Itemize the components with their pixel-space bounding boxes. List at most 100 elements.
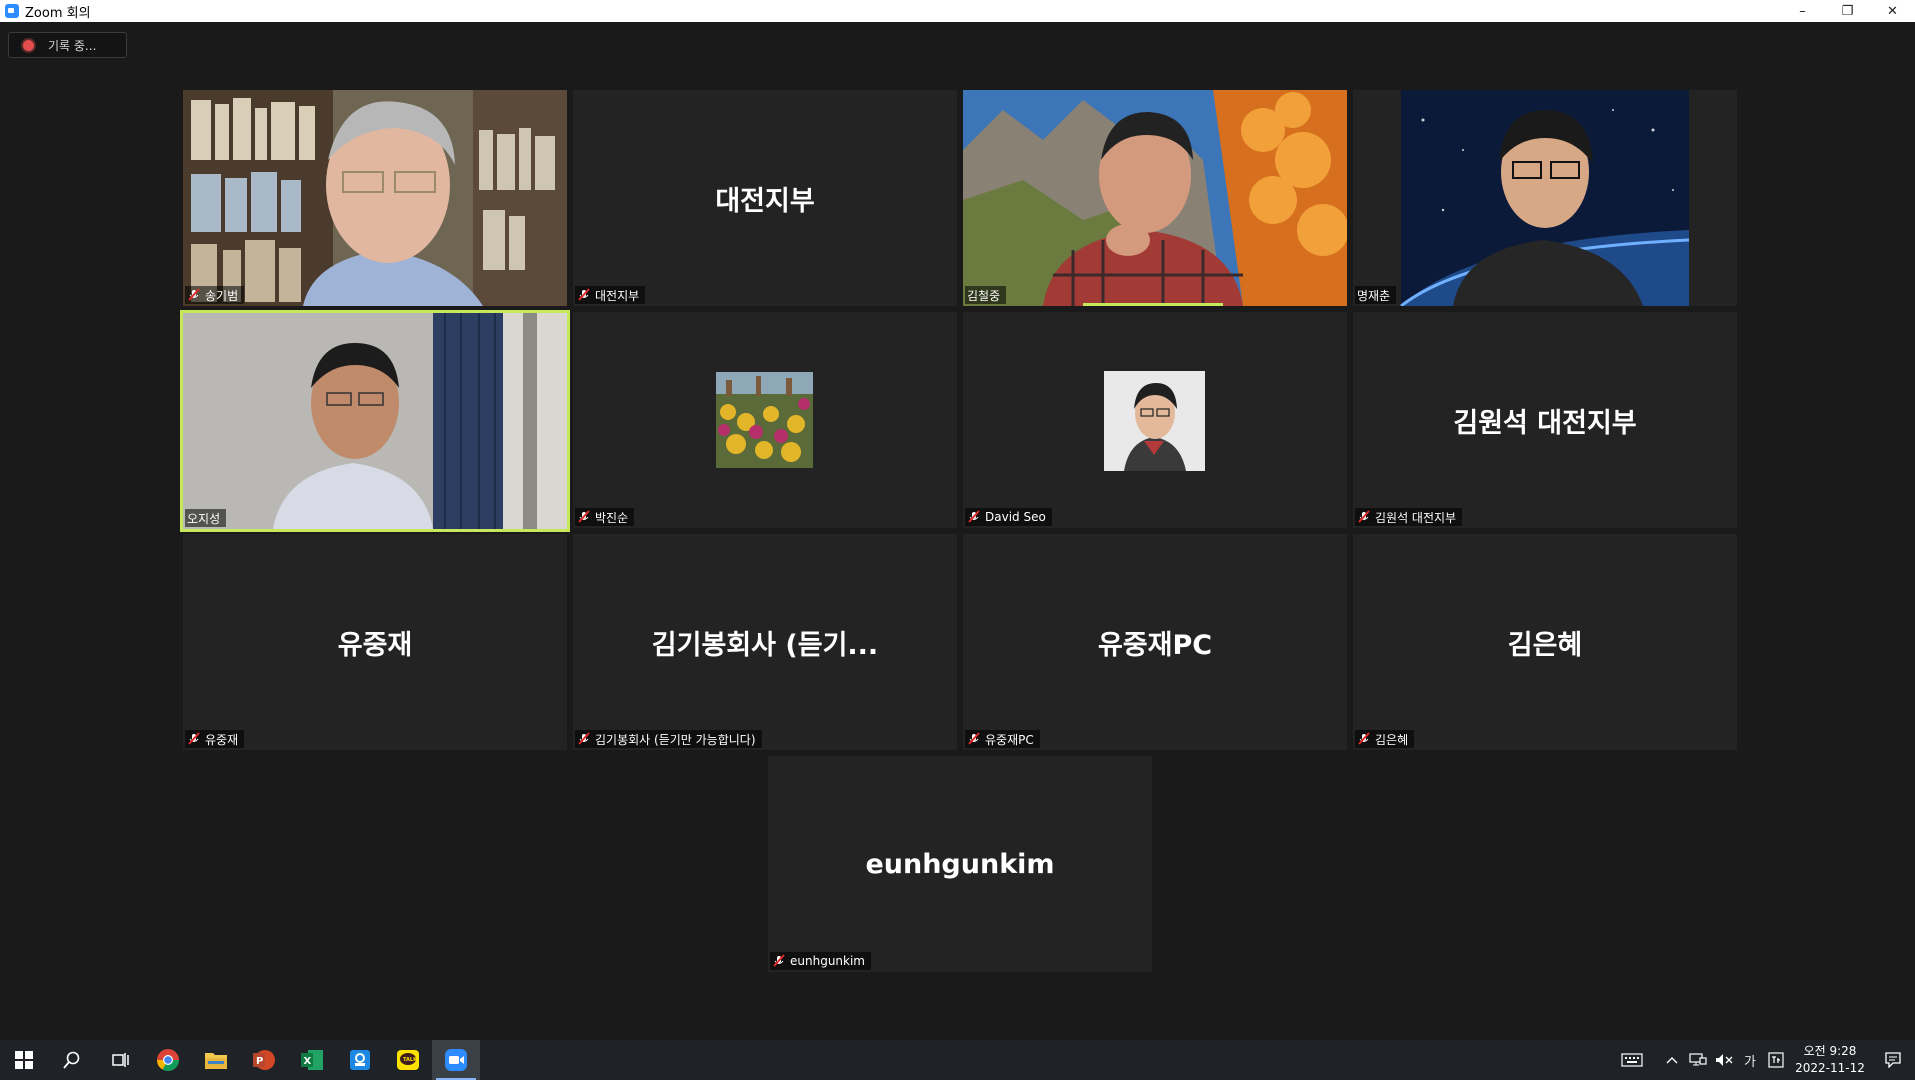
video-tile[interactable]: 김기봉회사 (듣기... 김기봉회사 (듣기만 가능합니다) — [573, 534, 957, 750]
profile-picture — [1104, 371, 1205, 471]
participant-name: 명재춘 — [1357, 288, 1391, 303]
svg-text:TALK: TALK — [403, 1057, 418, 1063]
window-controls: – ❐ ✕ — [1780, 0, 1915, 22]
video-tile[interactable]: 유중재PC 유중재PC — [963, 534, 1347, 750]
participant-name: 김원석 대전지부 — [1375, 510, 1457, 525]
window-titlebar: Zoom 회의 – ❐ ✕ — [0, 0, 1915, 22]
muted-mic-icon — [188, 732, 200, 745]
taskbar-app[interactable] — [336, 1040, 384, 1080]
participant-name-label: 김은혜 — [1355, 730, 1415, 748]
participant-name-label: 대전지부 — [575, 286, 646, 304]
participant-name: 유중재 — [205, 732, 239, 747]
record-dot-icon — [23, 39, 34, 51]
video-tile[interactable]: 송기범 — [183, 90, 567, 306]
participant-name-label: eunhgunkim — [770, 952, 871, 970]
zoom-app-icon — [5, 4, 19, 18]
taskbar-zoom[interactable] — [432, 1040, 480, 1080]
kakaotalk-icon: TALK — [397, 1050, 419, 1070]
video-tile[interactable]: 유중재 유중재 — [183, 534, 567, 750]
ime-mode-icon[interactable] — [1763, 1040, 1789, 1080]
restore-button[interactable]: ❐ — [1825, 0, 1870, 22]
participant-name: 김철중 — [967, 288, 1001, 303]
participant-name-label: 김원석 대전지부 — [1355, 508, 1463, 526]
recording-indicator[interactable]: 기록 중... — [8, 32, 127, 58]
recording-label: 기록 중... — [48, 38, 97, 53]
video-tile[interactable]: 김은혜 김은혜 — [1353, 534, 1737, 750]
participant-video — [1353, 90, 1737, 306]
participant-name-label: 유중재 — [185, 730, 245, 748]
keyboard-icon[interactable] — [1619, 1040, 1645, 1080]
muted-mic-icon — [578, 510, 590, 523]
system-tray: 가 오전 9:28 2022-11-12 — [1619, 1040, 1915, 1080]
minimize-button[interactable]: – — [1780, 0, 1825, 22]
participant-name-label: 김철중 — [965, 286, 1007, 304]
chevron-up-icon[interactable] — [1659, 1040, 1685, 1080]
muted-mic-icon — [1358, 510, 1370, 523]
windows-taskbar: P X TALK 가 오전 9:28 2022-11-12 — [0, 1040, 1915, 1080]
system-clock[interactable]: 오전 9:28 2022-11-12 — [1789, 1043, 1871, 1077]
muted-mic-icon — [968, 732, 980, 745]
video-tile[interactable]: David Seo — [963, 312, 1347, 528]
svg-text:X: X — [304, 1056, 312, 1067]
meeting-gallery-view: 기록 중... 송기범 대전지부 대전지부 김철중 명재춘 오지성 박진순 Da… — [0, 22, 1915, 1040]
video-tile[interactable]: 대전지부 대전지부 — [573, 90, 957, 306]
participant-avatar-name: 김원석 대전지부 — [1453, 407, 1637, 439]
profile-picture — [716, 372, 813, 468]
participant-name-label: 오지성 — [185, 509, 227, 527]
video-tile-active-speaker[interactable]: 오지성 — [180, 310, 570, 532]
participant-name: 유중재PC — [985, 732, 1034, 747]
clock-time: 오전 9:28 — [1803, 1044, 1857, 1058]
powerpoint-icon: P — [253, 1050, 275, 1070]
participant-name: eunhgunkim — [790, 954, 865, 968]
participant-name: 박진순 — [595, 510, 629, 525]
participant-name: 대전지부 — [595, 288, 640, 303]
taskbar-chrome[interactable] — [144, 1040, 192, 1080]
video-tile[interactable]: 김원석 대전지부 김원석 대전지부 — [1353, 312, 1737, 528]
participant-name: 오지성 — [187, 511, 221, 526]
speaking-indicator — [1083, 303, 1223, 306]
participant-video — [183, 90, 567, 306]
app-icon — [350, 1050, 370, 1070]
participant-avatar-name: 유중재PC — [1097, 629, 1213, 661]
svg-text:P: P — [256, 1056, 263, 1067]
participant-name-label: 김기봉회사 (듣기만 가능합니다) — [575, 730, 762, 748]
search-button[interactable] — [48, 1040, 96, 1080]
muted-mic-icon — [578, 732, 590, 745]
ime-indicator[interactable]: 가 — [1737, 1040, 1763, 1080]
muted-mic-icon — [1358, 732, 1370, 745]
notification-icon[interactable] — [1871, 1040, 1915, 1080]
participant-avatar-name: eunhgunkim — [865, 848, 1055, 880]
taskbar-kakaotalk[interactable]: TALK — [384, 1040, 432, 1080]
participant-avatar-name: 대전지부 — [715, 185, 815, 217]
start-button[interactable] — [0, 1040, 48, 1080]
video-tile[interactable]: eunhgunkim eunhgunkim — [768, 756, 1152, 972]
video-tile[interactable]: 김철중 — [963, 90, 1347, 306]
muted-mic-icon — [773, 954, 785, 967]
speaker-muted-icon[interactable] — [1711, 1040, 1737, 1080]
clock-date: 2022-11-12 — [1795, 1061, 1865, 1075]
taskbar-excel[interactable]: X — [288, 1040, 336, 1080]
task-view-button[interactable] — [96, 1040, 144, 1080]
participant-name: 김기봉회사 (듣기만 가능합니다) — [595, 732, 756, 747]
taskbar-powerpoint[interactable]: P — [240, 1040, 288, 1080]
participant-avatar-name: 김은혜 — [1507, 629, 1583, 661]
participant-name-label: 명재춘 — [1355, 286, 1397, 304]
participant-name-label: David Seo — [965, 508, 1052, 526]
task-view-icon — [112, 1053, 129, 1067]
close-button[interactable]: ✕ — [1870, 0, 1915, 22]
participant-name: 김은혜 — [1375, 732, 1409, 747]
video-tile[interactable]: 명재춘 — [1353, 90, 1737, 306]
video-tile[interactable]: 박진순 — [573, 312, 957, 528]
zoom-icon — [445, 1049, 467, 1071]
excel-icon: X — [301, 1050, 323, 1070]
windows-logo-icon — [15, 1051, 33, 1069]
taskbar-file-explorer[interactable] — [192, 1040, 240, 1080]
chrome-icon — [157, 1049, 179, 1071]
network-icon[interactable] — [1685, 1040, 1711, 1080]
folder-icon — [205, 1053, 227, 1069]
participant-avatar-name: 유중재 — [337, 629, 413, 661]
participant-avatar-name: 김기봉회사 (듣기... — [651, 629, 879, 661]
participant-name-label: 송기범 — [185, 286, 245, 304]
muted-mic-icon — [968, 510, 980, 523]
participant-name-label: 박진순 — [575, 508, 635, 526]
